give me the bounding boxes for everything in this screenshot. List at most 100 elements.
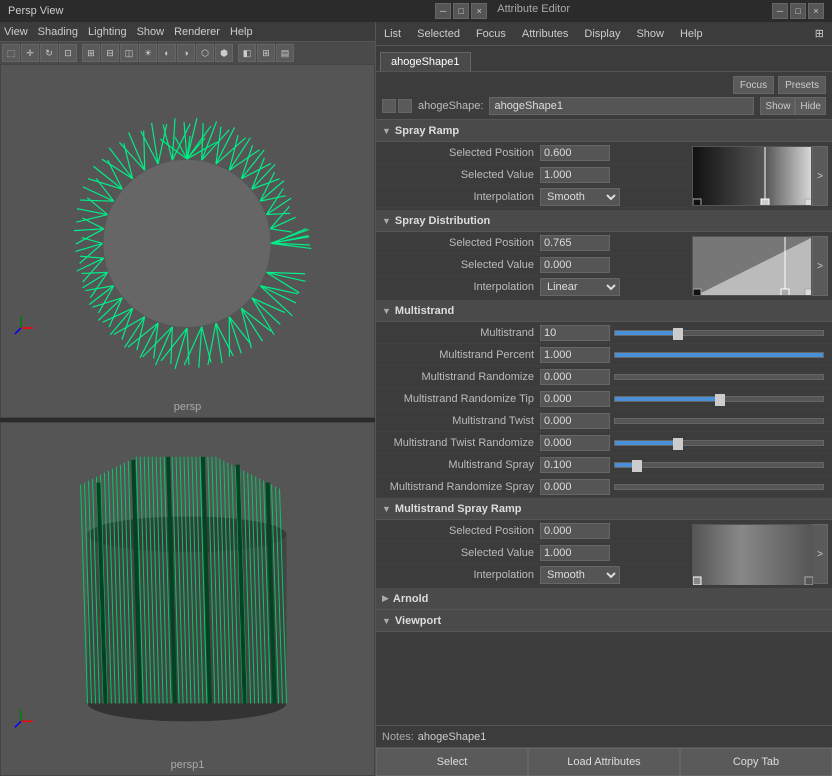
spray-dist-preview[interactable] xyxy=(692,236,812,296)
spray-ramp-interp-row: Interpolation Smooth None Linear Spline xyxy=(376,186,688,208)
select-button[interactable]: Select xyxy=(376,748,528,776)
ms-spray-ramp-interp-select[interactable]: Smooth None Linear Spline xyxy=(540,566,620,584)
spray-ramp-sel-val-input[interactable] xyxy=(540,167,610,183)
vp-menu-renderer[interactable]: Renderer xyxy=(174,26,220,38)
multistrand-header[interactable]: ▼ Multistrand xyxy=(376,300,832,322)
vp-panel-persp1[interactable]: persp1 xyxy=(0,422,375,776)
ae-pin-icon[interactable]: ⊞ xyxy=(811,25,828,42)
tb-rotate-icon[interactable]: ↻ xyxy=(40,44,58,62)
spray-ramp-arrow: ▼ xyxy=(382,126,391,136)
multistrand-slider-4[interactable] xyxy=(614,418,824,424)
spray-ramp-header[interactable]: ▼ Spray Ramp xyxy=(376,120,832,142)
load-attributes-button[interactable]: Load Attributes xyxy=(528,748,680,776)
persp-maximize-btn[interactable]: □ xyxy=(453,3,469,19)
ae-menu-attributes[interactable]: Attributes xyxy=(518,26,572,42)
hide-button[interactable]: Hide xyxy=(795,97,826,115)
tb-iso-icon[interactable]: ◧ xyxy=(238,44,256,62)
multistrand-input-2[interactable] xyxy=(540,369,610,385)
tb-move-icon[interactable]: ✛ xyxy=(21,44,39,62)
shape-input[interactable] xyxy=(489,97,754,115)
ms-spray-ramp-header[interactable]: ▼ Multistrand Spray Ramp xyxy=(376,498,832,520)
tb-light-icon[interactable]: ☀ xyxy=(139,44,157,62)
vp-menu-show[interactable]: Show xyxy=(137,26,165,38)
spray-ramp-nav-btn[interactable]: > xyxy=(812,146,828,206)
tb-panels-icon[interactable]: ⊞ xyxy=(257,44,275,62)
tb-shade1-icon[interactable]: ◐ xyxy=(158,44,176,62)
ae-menu-help[interactable]: Help xyxy=(676,26,707,42)
multistrand-slider-2[interactable] xyxy=(614,374,824,380)
multistrand-input-0[interactable] xyxy=(540,325,610,341)
spray-ramp-sel-pos-label: Selected Position xyxy=(380,147,540,159)
vp-menu-help[interactable]: Help xyxy=(230,26,253,38)
multistrand-input-5[interactable] xyxy=(540,435,610,451)
vp-menu-shading[interactable]: Shading xyxy=(38,26,78,38)
persp-win-buttons[interactable]: ─ □ × Attribute Editor ─ □ × xyxy=(435,3,824,19)
ae-content[interactable]: ▼ Spray Ramp Selected Position Selected … xyxy=(376,120,832,725)
multistrand-slider-1[interactable] xyxy=(614,352,824,358)
ae-minimize-btn[interactable]: ─ xyxy=(772,3,788,19)
tb-snap-icon[interactable]: ⊞ xyxy=(82,44,100,62)
ae-menu-focus[interactable]: Focus xyxy=(472,26,510,42)
multistrand-input-6[interactable] xyxy=(540,457,610,473)
multistrand-label-4: Multistrand Twist xyxy=(380,415,540,427)
arnold-header[interactable]: ▶ Arnold xyxy=(376,588,832,610)
ms-spray-ramp-sel-pos-input[interactable] xyxy=(540,523,610,539)
multistrand-label-6: Multistrand Spray xyxy=(380,459,540,471)
ae-close-btn[interactable]: × xyxy=(808,3,824,19)
tb-hud-icon[interactable]: ▤ xyxy=(276,44,294,62)
ae-tab-ahogeshape1[interactable]: ahogeShape1 xyxy=(380,52,471,71)
ms-spray-ramp-preview[interactable] xyxy=(692,524,812,584)
spray-ramp-sel-pos-row: Selected Position xyxy=(376,142,688,164)
copy-tab-button[interactable]: Copy Tab xyxy=(680,748,832,776)
multistrand-input-1[interactable] xyxy=(540,347,610,363)
multistrand-slider-6[interactable] xyxy=(614,462,824,468)
spray-dist-interp-select[interactable]: Linear None Smooth Spline xyxy=(540,278,620,296)
multistrand-slider-5[interactable] xyxy=(614,440,824,446)
multistrand-slider-3[interactable] xyxy=(614,396,824,402)
spray-dist-nav-btn[interactable]: > xyxy=(812,236,828,296)
show-button[interactable]: Show xyxy=(760,97,795,115)
spray-ramp-interp-select[interactable]: Smooth None Linear Spline xyxy=(540,188,620,206)
vp-menu-view[interactable]: View xyxy=(4,26,28,38)
tb-shade2-icon[interactable]: ◑ xyxy=(177,44,195,62)
ae-menu-display[interactable]: Display xyxy=(580,26,624,42)
tb-grid-icon[interactable]: ⊟ xyxy=(101,44,119,62)
spray-ramp-preview[interactable] xyxy=(692,146,812,206)
multistrand-input-3[interactable] xyxy=(540,391,610,407)
multistrand-input-4[interactable] xyxy=(540,413,610,429)
persp-close-btn[interactable]: × xyxy=(471,3,487,19)
ae-menu-list[interactable]: List xyxy=(380,26,405,42)
viewport-header[interactable]: ▼ Viewport xyxy=(376,610,832,632)
persp-minimize-btn[interactable]: ─ xyxy=(435,3,451,19)
focus-button[interactable]: Focus xyxy=(733,76,774,94)
tb-smooth-icon[interactable]: ⬢ xyxy=(215,44,233,62)
spray-dist-header[interactable]: ▼ Spray Distribution xyxy=(376,210,832,232)
multistrand-slider-0[interactable] xyxy=(614,330,824,336)
tb-select-icon[interactable]: ⬚ xyxy=(2,44,20,62)
ae-maximize-btn[interactable]: □ xyxy=(790,3,806,19)
spray-ramp-sel-pos-input[interactable] xyxy=(540,145,610,161)
ae-menu-show[interactable]: Show xyxy=(632,26,668,42)
vp-label-persp: persp xyxy=(174,401,202,413)
ms-spray-ramp-sel-val-input[interactable] xyxy=(540,545,610,561)
spray-dist-sel-val-input[interactable] xyxy=(540,257,610,273)
spray-dist-sel-val-label: Selected Value xyxy=(380,259,540,271)
vp-menu-lighting[interactable]: Lighting xyxy=(88,26,127,38)
vp-panels: // We'll generate these in the SVG manua… xyxy=(0,64,375,776)
attr-icon-box-2[interactable] xyxy=(398,99,412,113)
vp-panel-persp[interactable]: // We'll generate these in the SVG manua… xyxy=(0,64,375,418)
tb-scale-icon[interactable]: ⊡ xyxy=(59,44,77,62)
tb-wire-icon[interactable]: ⬡ xyxy=(196,44,214,62)
multistrand-slider-7[interactable] xyxy=(614,484,824,490)
multistrand-input-7[interactable] xyxy=(540,479,610,495)
multistrand-label-1: Multistrand Percent xyxy=(380,349,540,361)
spray-dist-sel-pos-row: Selected Position xyxy=(376,232,688,254)
ae-menu-selected[interactable]: Selected xyxy=(413,26,464,42)
spray-dist-sel-pos-input[interactable] xyxy=(540,235,610,251)
ms-spray-ramp-nav-btn[interactable]: > xyxy=(812,524,828,584)
presets-button[interactable]: Presets xyxy=(778,76,826,94)
tb-camera-icon[interactable]: ◫ xyxy=(120,44,138,62)
multistrand-label-7: Multistrand Randomize Spray xyxy=(380,481,540,493)
spray-ramp-preview-wrapper: > xyxy=(688,142,832,210)
attr-icon-box-1[interactable] xyxy=(382,99,396,113)
